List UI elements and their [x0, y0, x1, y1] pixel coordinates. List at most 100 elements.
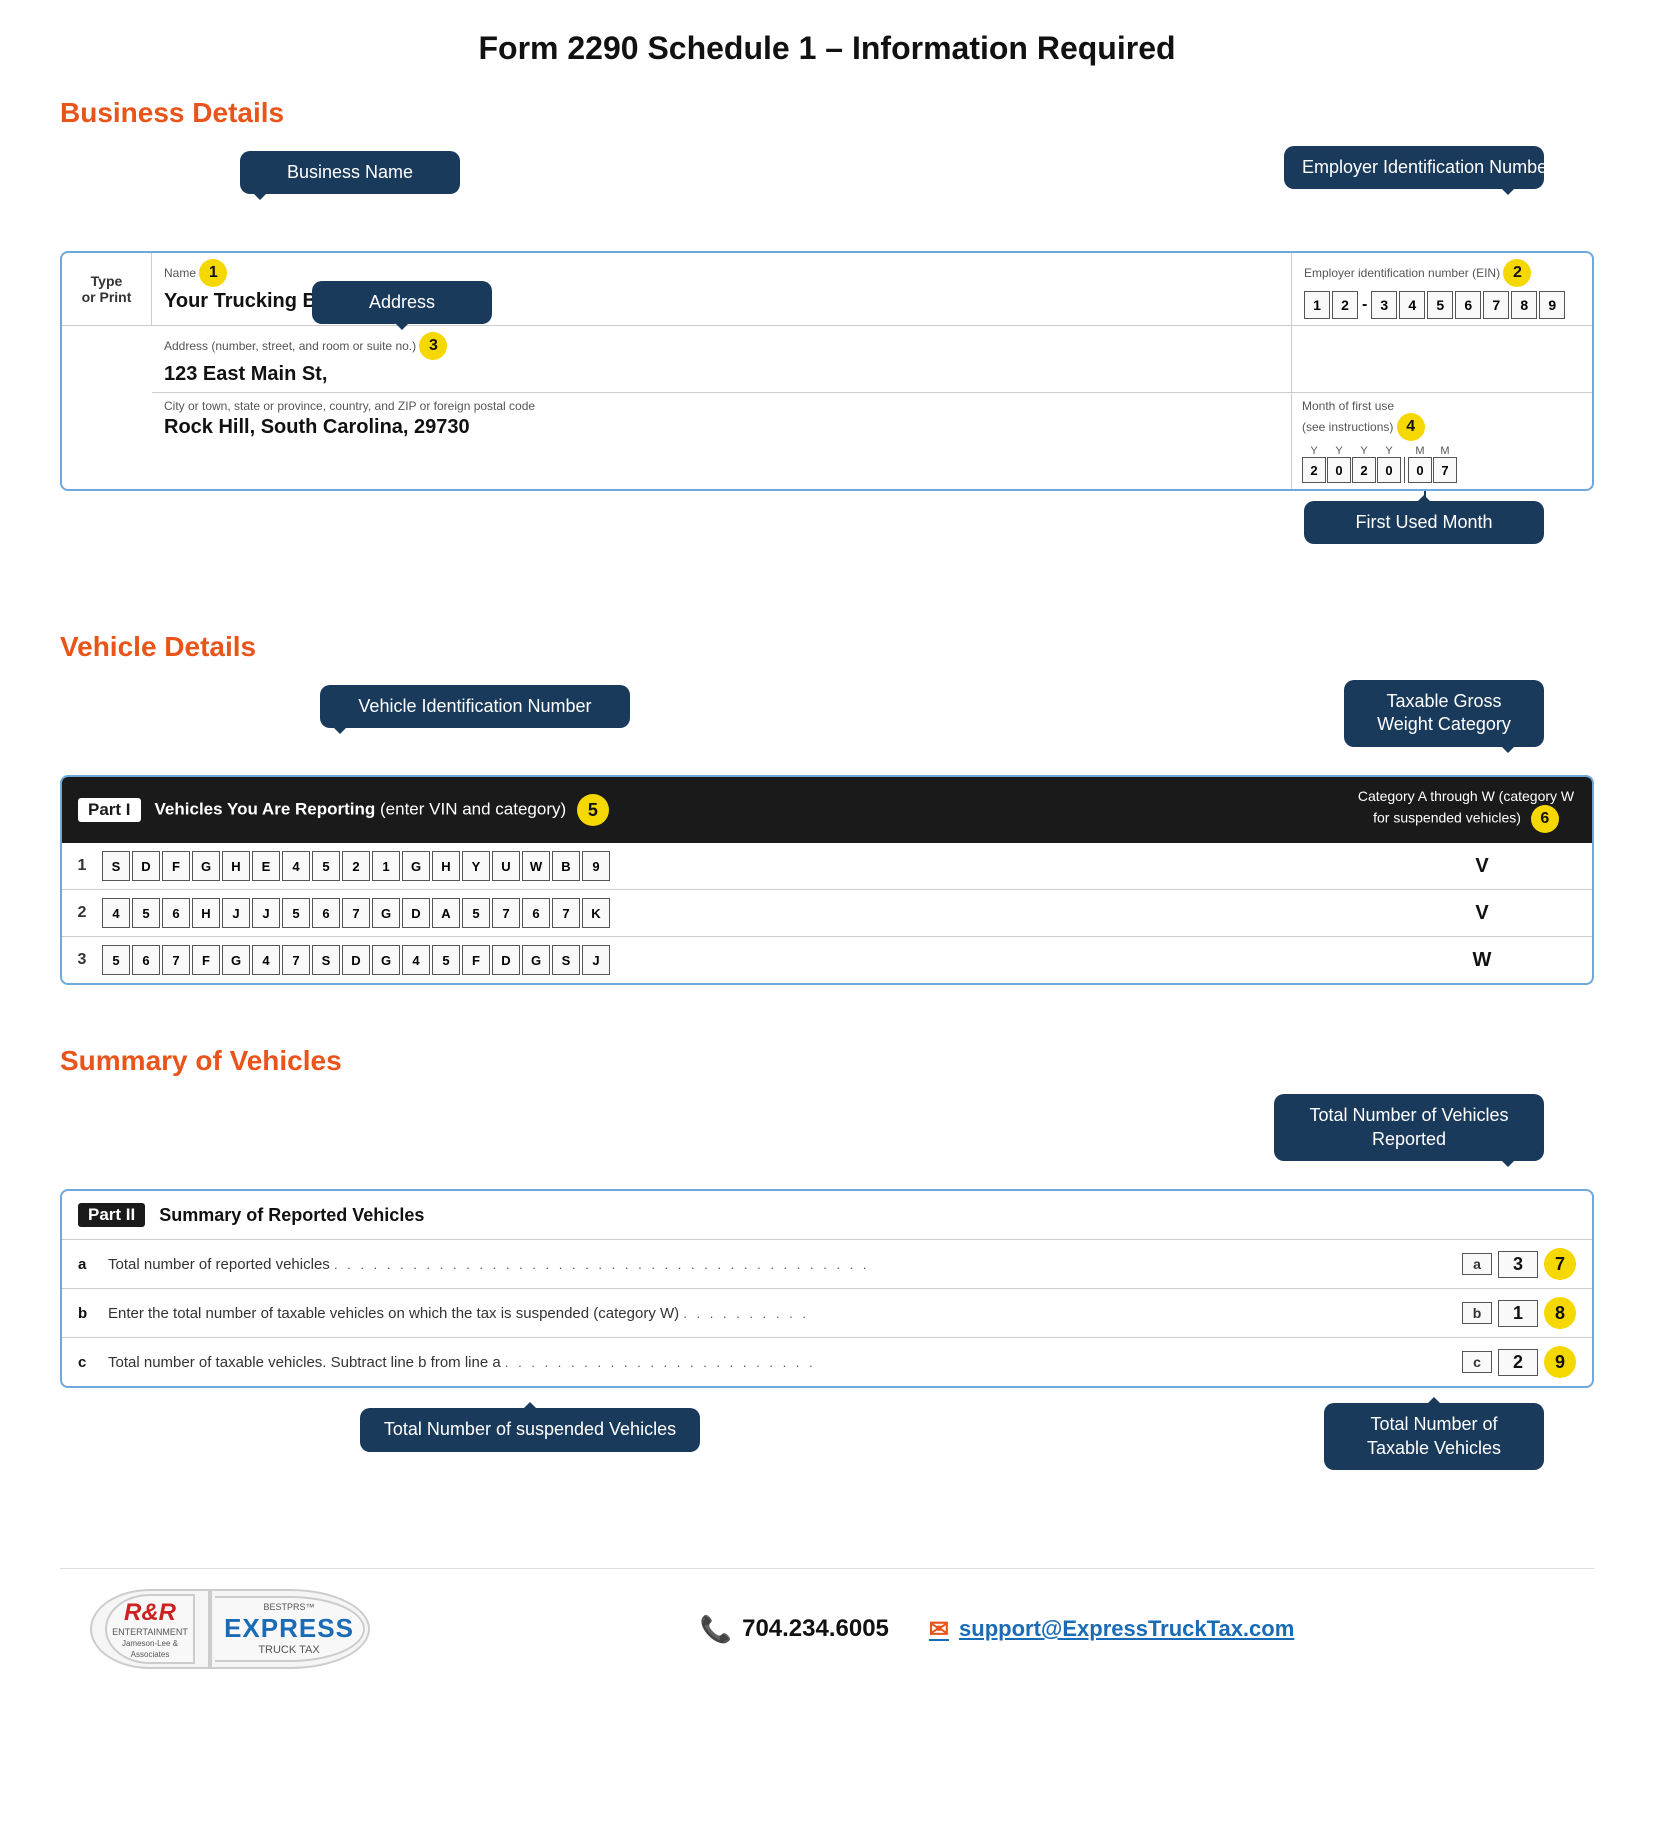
part-i-badge: Part I — [78, 798, 141, 822]
ein-label: Employer identification number (EIN) 2 — [1304, 259, 1580, 287]
footer: R&R ENTERTAINMENTJameson-Lee & Associate… — [60, 1568, 1594, 1689]
address-value: 123 East Main St, — [164, 363, 1279, 386]
ein-digit-9: 9 — [1539, 291, 1565, 319]
name-ein-row: Type or Print Name 1 Your Trucking Busin… — [62, 253, 1592, 326]
row-letter-b: b — [78, 1305, 98, 1322]
ein-digit-2: 2 — [1332, 291, 1358, 319]
ein-digit-5: 5 — [1427, 291, 1453, 319]
row-value-c: 2 — [1498, 1349, 1538, 1376]
row-letter-c: c — [78, 1354, 98, 1371]
month-field: Month of first use(see instructions) 4 Y… — [1292, 393, 1592, 489]
summary-tooltips-top: Total Number of Vehicles Reported — [60, 1089, 1594, 1189]
row-num-2: 2 — [62, 904, 102, 922]
address-row: Address (number, street, and room or sui… — [152, 326, 1592, 393]
row-letter-a: a — [78, 1256, 98, 1273]
row-text-a: Total number of reported vehicles . . . … — [108, 1256, 1456, 1273]
badge-4: 4 — [1397, 413, 1425, 441]
phone-icon: 📞 — [700, 1614, 732, 1645]
email-address[interactable]: support@ExpressTruckTax.com — [959, 1616, 1294, 1642]
summary-title: Summary of Reported Vehicles — [159, 1205, 424, 1226]
ein-boxes: 1 2 - 3 4 5 6 7 8 9 — [1304, 291, 1580, 319]
footer-logos: R&R ENTERTAINMENTJameson-Lee & Associate… — [90, 1589, 370, 1669]
category-header: Category A through W (category W for sus… — [1356, 787, 1576, 833]
ein-digit-7: 7 — [1483, 291, 1509, 319]
express-logo: BESTPRS™ EXPRESS TRUCK TAX — [210, 1589, 370, 1669]
category-2: V — [1372, 902, 1592, 925]
month-boxes: Y 2 Y 0 Y 2 Y 0 — [1302, 445, 1582, 483]
tgw-tooltip: Taxable Gross Weight Category — [1344, 680, 1544, 747]
badge-2: 2 — [1503, 259, 1531, 287]
vin-chars-3: 56 7F G4 7S DG 45 FD GS J — [102, 945, 1372, 975]
row-value-a: 3 — [1498, 1251, 1538, 1278]
city-field: City or town, state or province, country… — [152, 393, 1292, 489]
month-col-2: Y 0 — [1327, 445, 1351, 483]
email-icon: ✉ — [929, 1615, 949, 1644]
city-month-row: City or town, state or province, country… — [152, 393, 1592, 489]
month-col-4: Y 0 — [1377, 445, 1401, 483]
first-used-tooltip-area: First Used Month — [60, 491, 1594, 571]
footer-email[interactable]: ✉ support@ExpressTruckTax.com — [929, 1615, 1294, 1644]
taxable-tooltip: Total Number of Taxable Vehicles — [1324, 1403, 1544, 1470]
rr-logo: R&R ENTERTAINMENTJameson-Lee & Associate… — [90, 1589, 210, 1669]
summary-row-b: b Enter the total number of taxable vehi… — [62, 1289, 1592, 1338]
badge-1: 1 — [199, 259, 227, 287]
row-label-a: a — [1462, 1253, 1492, 1275]
address-right-empty — [1292, 326, 1592, 392]
vehicle-row-3: 3 56 7F G4 7S DG 45 FD GS J W — [62, 937, 1592, 983]
vehicle-form: Part I Vehicles You Are Reporting (enter… — [60, 775, 1594, 985]
vin-chars-2: 45 6H JJ 56 7G DA 57 67 K — [102, 898, 1372, 928]
vehicle-row-1: 1 SD FG HE 45 21 GH YU WB 9 V — [62, 843, 1592, 890]
row-num-3: 3 — [62, 951, 102, 969]
row-label-c: c — [1462, 1351, 1492, 1373]
row-value-b: 1 — [1498, 1300, 1538, 1327]
month-col-5: M 0 — [1408, 445, 1432, 483]
summary-row-c: c Total number of taxable vehicles. Subt… — [62, 1338, 1592, 1386]
ein-digit-1: 1 — [1304, 291, 1330, 319]
category-1: V — [1372, 855, 1592, 878]
category-3: W — [1372, 949, 1592, 972]
total-vehicles-tooltip: Total Number of Vehicles Reported — [1274, 1094, 1544, 1161]
badge-9: 9 — [1544, 1346, 1576, 1378]
month-box-4: 0 — [1377, 457, 1401, 483]
month-box-3: 2 — [1352, 457, 1376, 483]
month-box-1: 2 — [1302, 457, 1326, 483]
month-box-6: 7 — [1433, 457, 1457, 483]
business-section-header: Business Details — [60, 97, 1594, 129]
page-title: Form 2290 Schedule 1 – Information Requi… — [60, 30, 1594, 67]
summary-tooltips-bottom: Total Number of suspended Vehicles Total… — [60, 1398, 1594, 1518]
footer-phone: 📞 704.234.6005 — [700, 1614, 889, 1645]
month-box-5: 0 — [1408, 457, 1432, 483]
month-col-1: Y 2 — [1302, 445, 1326, 483]
vehicle-header-row: Part I Vehicles You Are Reporting (enter… — [62, 777, 1592, 843]
summary-form: Part II Summary of Reported Vehicles a T… — [60, 1189, 1594, 1388]
row-num-1: 1 — [62, 857, 102, 875]
first-used-tooltip: First Used Month — [1304, 501, 1544, 544]
badge-6: 6 — [1531, 805, 1559, 833]
ein-field: Employer identification number (EIN) 2 1… — [1292, 253, 1592, 325]
footer-contact: 📞 704.234.6005 ✉ support@ExpressTruckTax… — [430, 1614, 1564, 1645]
address-tooltip: Address — [312, 281, 492, 324]
ein-digit-6: 6 — [1455, 291, 1481, 319]
badge-8: 8 — [1544, 1297, 1576, 1329]
city-value: Rock Hill, South Carolina, 29730 — [164, 416, 1279, 439]
business-details-section: Business Details Business Name Employer … — [60, 97, 1594, 571]
vehicle-section-header: Vehicle Details — [60, 631, 1594, 663]
address-field: Address (number, street, and room or sui… — [152, 326, 1292, 392]
suspended-tooltip: Total Number of suspended Vehicles — [360, 1408, 700, 1451]
ein-tooltip: Employer Identification Number — [1284, 146, 1544, 189]
summary-header-row: Part II Summary of Reported Vehicles — [62, 1191, 1592, 1240]
row-text-b: Enter the total number of taxable vehicl… — [108, 1305, 1456, 1322]
month-col-6: M 7 — [1433, 445, 1457, 483]
type-or-print-label: Type or Print — [62, 253, 152, 325]
month-box-2: 0 — [1327, 457, 1351, 483]
part-ii-badge: Part II — [78, 1203, 145, 1227]
vehicle-row-2: 2 45 6H JJ 56 7G DA 57 67 K V — [62, 890, 1592, 937]
ein-digit-8: 8 — [1511, 291, 1537, 319]
month-col-3: Y 2 — [1352, 445, 1376, 483]
business-name-tooltip: Business Name — [240, 151, 460, 194]
address-label: Address (number, street, and room or sui… — [164, 332, 1279, 360]
badge-7: 7 — [1544, 1248, 1576, 1280]
month-label: Month of first use(see instructions) 4 — [1302, 399, 1582, 441]
vehicle-tooltips: Vehicle Identification Number Taxable Gr… — [60, 675, 1594, 775]
ein-digit-3: 3 — [1371, 291, 1397, 319]
